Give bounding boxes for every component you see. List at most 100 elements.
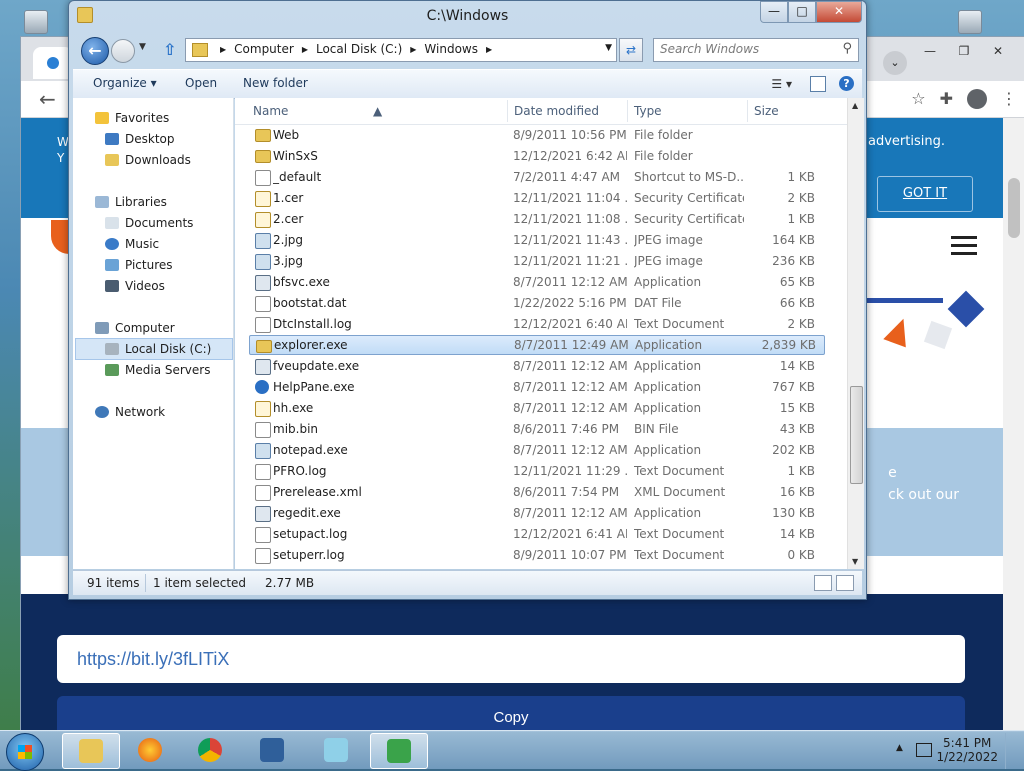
start-button[interactable] xyxy=(6,733,44,771)
copy-button[interactable]: Copy xyxy=(57,696,965,731)
table-row[interactable]: bfsvc.exe 8/7/2011 12:12 AM Application 65 … xyxy=(249,272,823,292)
bookmark-star-icon[interactable]: ☆ xyxy=(911,89,925,109)
table-row[interactable]: mib.bin 8/6/2011 7:46 PM BIN File 43 KB xyxy=(249,419,823,439)
got-it-button[interactable]: GOT IT xyxy=(877,176,973,212)
taskbar-firefox[interactable] xyxy=(122,733,178,767)
table-row[interactable]: PFRO.log 12/11/2021 11:29 ... Text Documen… xyxy=(249,461,823,481)
nav-network[interactable]: Network xyxy=(95,402,165,422)
hamburger-menu-icon[interactable] xyxy=(951,236,977,260)
breadcrumb-local-disk[interactable]: Local Disk (C:) xyxy=(316,42,402,58)
column-divider[interactable] xyxy=(507,100,508,122)
table-row[interactable]: fveupdate.exe 8/7/2011 12:12 AM Applicatio… xyxy=(249,356,823,376)
minimize-icon[interactable]: — xyxy=(913,41,947,61)
refresh-icon[interactable]: ⇄ xyxy=(619,38,643,62)
open-button[interactable]: Open xyxy=(185,76,217,90)
table-row[interactable]: bootstat.dat 1/22/2022 5:16 PM DAT File 66 … xyxy=(249,293,823,313)
table-row[interactable]: _default 7/2/2011 4:47 AM Shortcut to MS-D… xyxy=(249,167,823,187)
chevron-right-icon[interactable]: ▶ xyxy=(302,42,308,58)
network-status-icon[interactable] xyxy=(916,743,932,757)
profile-avatar[interactable] xyxy=(967,89,987,109)
taskbar-chrome[interactable] xyxy=(182,733,238,767)
nav-local-disk[interactable]: Local Disk (C:) xyxy=(105,339,211,359)
close-icon[interactable]: ✕ xyxy=(981,41,1015,61)
new-folder-button[interactable]: New folder xyxy=(243,76,308,90)
help-icon[interactable]: ? xyxy=(839,76,854,91)
desktop-shortcut-icon[interactable] xyxy=(958,10,982,34)
search-input[interactable]: Search Windows xyxy=(660,42,759,56)
extensions-icon[interactable]: ✚ xyxy=(940,89,953,109)
chrome-tab[interactable] xyxy=(33,47,73,79)
scroll-up-icon[interactable]: ▲ xyxy=(852,101,858,110)
restore-icon[interactable]: ❐ xyxy=(947,41,981,61)
short-url-field[interactable]: https://bit.ly/3fLITiX xyxy=(57,635,965,683)
minimize-button[interactable]: — xyxy=(760,1,788,23)
column-divider[interactable] xyxy=(747,100,748,122)
table-row[interactable]: hh.exe 8/7/2011 12:12 AM Application 15 KB xyxy=(249,398,823,418)
table-row[interactable]: regedit.exe 8/7/2011 12:12 AM Application 1… xyxy=(249,503,823,523)
column-divider[interactable] xyxy=(627,100,628,122)
taskbar-virtualbox[interactable] xyxy=(244,733,300,767)
table-row[interactable]: Web 8/9/2011 10:56 PM File folder xyxy=(249,125,823,145)
address-bar[interactable]: ▶ Computer ▶ Local Disk (C:) ▶ Windows ▶… xyxy=(185,38,617,62)
large-icons-view-icon[interactable] xyxy=(836,575,854,591)
nav-music[interactable]: Music xyxy=(105,234,159,254)
nav-documents[interactable]: Documents xyxy=(105,213,193,233)
nav-videos[interactable]: Videos xyxy=(105,276,165,296)
taskbar-download-manager[interactable] xyxy=(370,733,428,769)
search-box[interactable]: Search Windows ⚲ xyxy=(653,38,859,62)
breadcrumb-computer[interactable]: Computer xyxy=(234,42,294,58)
table-row[interactable]: explorer.exe 8/7/2011 12:49 AM Application… xyxy=(249,335,825,355)
change-view-icon[interactable]: ☰ ▾ xyxy=(771,77,792,91)
preview-pane-icon[interactable] xyxy=(810,76,826,92)
table-row[interactable]: 2.jpg 12/11/2021 11:43 ... JPEG image 164 K… xyxy=(249,230,823,250)
table-row[interactable]: Prerelease.xml 8/6/2011 7:54 PM XML Docume… xyxy=(249,482,823,502)
show-desktop-button[interactable] xyxy=(1005,733,1016,769)
column-size[interactable]: Size xyxy=(754,104,779,118)
file-list-scrollbar[interactable]: ▲ ▼ xyxy=(847,98,864,569)
chevron-right-icon[interactable]: ▶ xyxy=(486,42,492,58)
search-icon[interactable]: ⚲ xyxy=(842,41,852,56)
chevron-right-icon[interactable]: ▶ xyxy=(410,42,416,58)
nav-desktop[interactable]: Desktop xyxy=(105,129,175,149)
show-hidden-icons-icon[interactable]: ▲ xyxy=(896,743,903,753)
maximize-button[interactable]: □ xyxy=(788,1,816,23)
organize-button[interactable]: Organize ▾ xyxy=(93,76,157,90)
recycle-bin-icon[interactable] xyxy=(24,10,48,34)
table-row[interactable]: setuperr.log 8/9/2011 10:07 PM Text Docume… xyxy=(249,545,823,565)
chevron-right-icon[interactable]: ▶ xyxy=(220,42,226,58)
table-row[interactable]: HelpPane.exe 8/7/2011 12:12 AM Application… xyxy=(249,377,823,397)
scroll-down-icon[interactable]: ▼ xyxy=(852,557,858,566)
taskbar-app[interactable] xyxy=(308,733,364,767)
nav-libraries[interactable]: Libraries xyxy=(95,192,167,212)
table-row[interactable]: 2.cer 12/11/2021 11:08 ... Security Certif… xyxy=(249,209,823,229)
table-row[interactable]: notepad.exe 8/7/2011 12:12 AM Application 2… xyxy=(249,440,823,460)
table-row[interactable]: WinSxS 12/12/2021 6:42 AM File folder xyxy=(249,146,823,166)
column-type[interactable]: Type xyxy=(634,104,662,118)
browser-back-icon[interactable]: ← xyxy=(39,87,56,111)
address-dropdown-icon[interactable]: ▼ xyxy=(605,43,612,53)
tab-search-icon[interactable]: ⌄ xyxy=(883,51,907,75)
up-arrow-icon[interactable]: ⇧ xyxy=(163,40,176,59)
nav-computer[interactable]: Computer xyxy=(95,318,175,338)
clock[interactable]: 5:41 PM 1/22/2022 xyxy=(936,736,998,764)
column-date-modified[interactable]: Date modified xyxy=(514,104,599,118)
explorer-titlebar[interactable]: C:\Windows — □ ✕ xyxy=(69,1,866,33)
recent-pages-dropdown-icon[interactable]: ▼ xyxy=(139,42,146,52)
details-view-icon[interactable] xyxy=(814,575,832,591)
nav-pictures[interactable]: Pictures xyxy=(105,255,173,275)
forward-arrow-icon[interactable] xyxy=(111,39,135,63)
table-row[interactable]: DtcInstall.log 12/12/2021 6:40 AM Text Doc… xyxy=(249,314,823,334)
scrollbar-thumb[interactable] xyxy=(850,386,863,484)
close-button[interactable]: ✕ xyxy=(816,1,862,23)
breadcrumb-windows[interactable]: Windows xyxy=(424,42,478,58)
nav-media-servers[interactable]: Media Servers xyxy=(105,360,210,380)
back-arrow-icon[interactable]: ← xyxy=(81,37,109,65)
page-scrollbar-thumb[interactable] xyxy=(1008,178,1020,238)
taskbar-explorer[interactable] xyxy=(62,733,120,769)
table-row[interactable]: 1.cer 12/11/2021 11:04 ... Security Certif… xyxy=(249,188,823,208)
nav-favorites[interactable]: Favorites xyxy=(95,108,169,128)
column-name[interactable]: Name xyxy=(253,104,288,118)
menu-kebab-icon[interactable]: ⋮ xyxy=(1001,89,1017,109)
page-scrollbar[interactable] xyxy=(1003,118,1024,731)
table-row[interactable]: setupact.log 12/12/2021 6:41 AM Text Docum… xyxy=(249,524,823,544)
